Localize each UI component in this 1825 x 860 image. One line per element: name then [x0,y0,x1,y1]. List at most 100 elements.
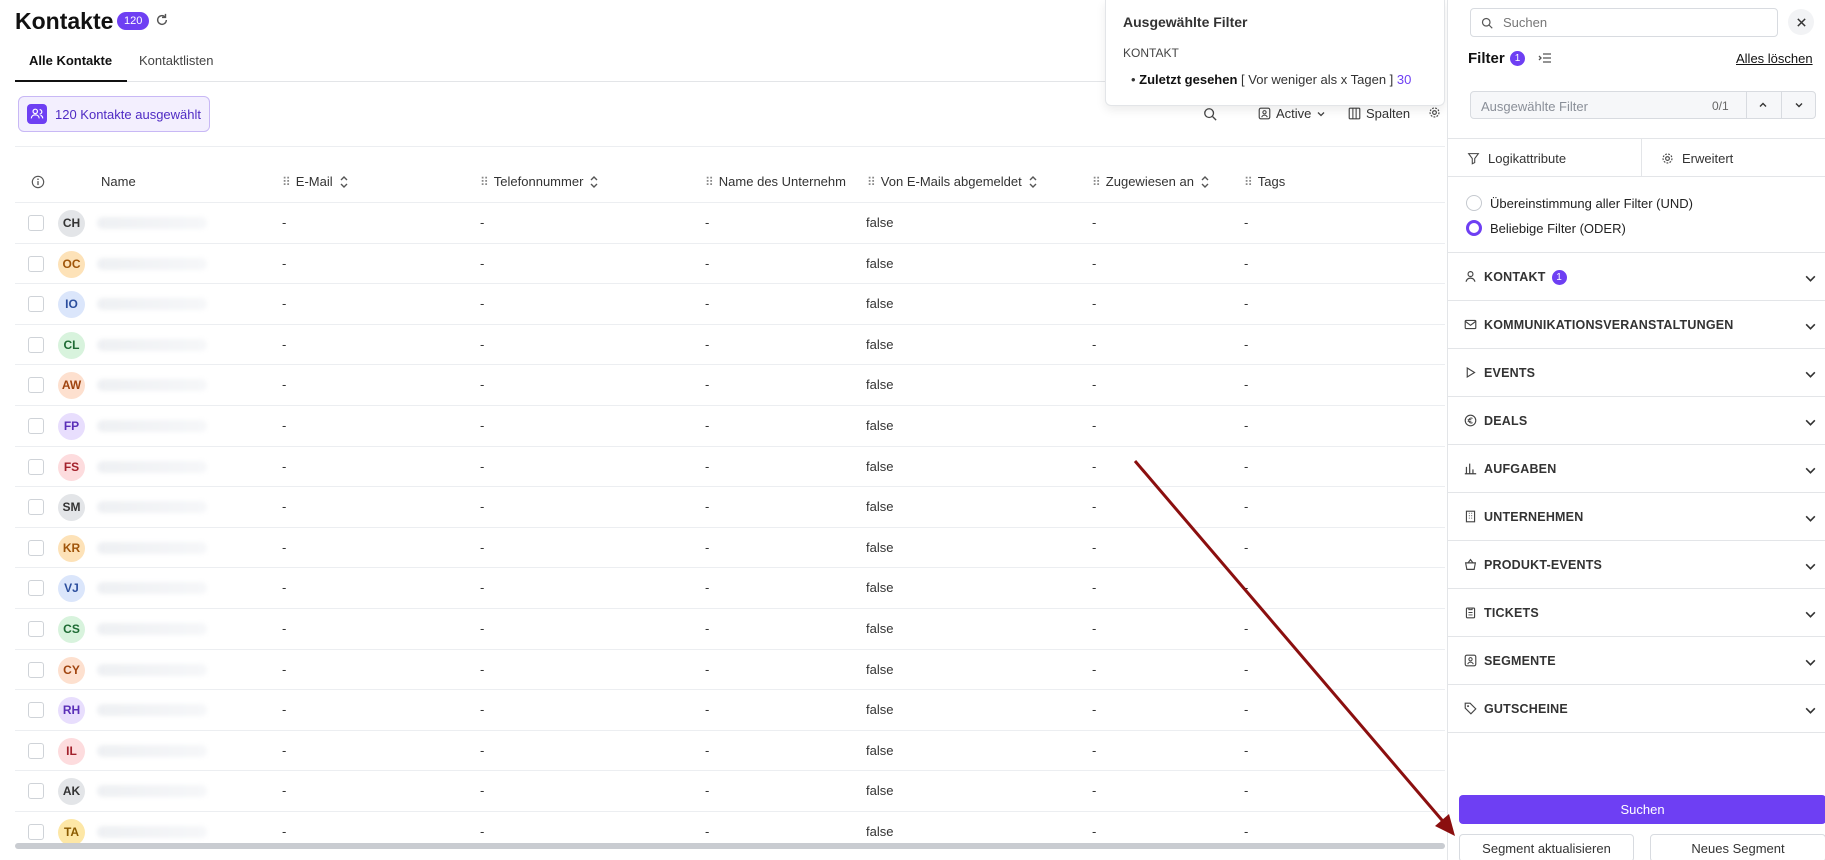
horizontal-scrollbar[interactable] [15,843,1445,849]
sort-icon[interactable] [339,175,349,189]
column-header-name[interactable]: Name [101,174,136,189]
search-button[interactable]: Suchen [1459,795,1825,824]
row-checkbox[interactable] [28,377,44,394]
table-row[interactable]: CY - - - false - - [15,648,1445,689]
filter-list-icon[interactable] [1538,52,1552,64]
table-row[interactable]: RH - - - false - - [15,689,1445,729]
filter-category-kommunikationsveranstaltungen[interactable]: KOMMUNIKATIONSVERANSTALTUNGEN [1448,300,1825,348]
chevron-down-icon[interactable] [1804,272,1817,285]
tab-advanced[interactable]: Erweitert [1661,151,1733,166]
radio-button[interactable] [1466,220,1482,236]
contact-name-redacted[interactable] [97,744,207,757]
row-checkbox[interactable] [28,296,44,313]
contact-name-redacted[interactable] [97,541,207,554]
filter-category-gutscheine[interactable]: GUTSCHEINE [1448,684,1825,732]
row-checkbox[interactable] [28,742,44,759]
contact-name-redacted[interactable] [97,460,207,473]
table-row[interactable]: FS - - - false - - [15,445,1445,486]
contact-name-redacted[interactable] [97,501,207,514]
row-checkbox[interactable] [28,255,44,272]
table-row[interactable]: CH - - - false - - [15,202,1445,242]
filter-category-tickets[interactable]: TICKETS [1448,588,1825,636]
drag-handle-icon[interactable]: ⠿ [1244,175,1253,189]
clear-all-link[interactable]: Alles löschen [1736,51,1813,66]
close-icon[interactable] [1788,9,1814,35]
filter-category-segmente[interactable]: SEGMENTE [1448,636,1825,684]
row-checkbox[interactable] [28,661,44,678]
chevron-down-icon[interactable] [1804,320,1817,333]
sort-icon[interactable] [589,175,599,189]
contact-name-redacted[interactable] [97,420,207,432]
chevron-down-icon[interactable] [1804,464,1817,477]
row-checkbox[interactable] [28,215,44,231]
row-checkbox[interactable] [28,336,44,353]
table-row[interactable]: CS - - - false - - [15,608,1445,648]
table-row[interactable]: KR - - - false - - [15,526,1445,567]
table-row[interactable]: IO - - - false - - [15,283,1445,323]
drag-handle-icon[interactable]: ⠿ [705,175,714,189]
row-checkbox[interactable] [28,783,44,800]
table-row[interactable]: IL - - - false - - [15,729,1445,770]
chevron-down-icon[interactable] [1804,560,1817,573]
contact-name-redacted[interactable] [97,785,207,798]
contact-name-redacted[interactable] [97,623,207,635]
column-header-phone[interactable]: ⠿ Telefonnummer [480,174,599,189]
contact-name-redacted[interactable] [97,704,207,717]
filter-category-deals[interactable]: DEALS [1448,396,1825,444]
filter-category-aufgaben[interactable]: AUFGABEN [1448,444,1825,492]
contact-name-redacted[interactable] [97,338,207,351]
drag-handle-icon[interactable]: ⠿ [867,175,876,189]
table-row[interactable]: SM - - - false - - [15,486,1445,526]
row-checkbox[interactable] [28,418,44,434]
gear-icon[interactable] [1428,106,1441,119]
chevron-down-icon[interactable] [1804,368,1817,381]
chevron-down-icon[interactable] [1804,608,1817,621]
table-row[interactable]: OC - - - false - - [15,242,1445,283]
tab-logic-attributes[interactable]: Logikattribute [1467,151,1566,166]
chevron-down-icon[interactable] [1804,656,1817,669]
update-segment-button[interactable]: Segment aktualisieren [1459,834,1634,860]
filter-category-kontakt[interactable]: KONTAKT 1 [1448,252,1825,300]
column-header-assigned[interactable]: ⠿ Zugewiesen an [1092,174,1210,189]
column-header-tags[interactable]: ⠿ Tags [1244,174,1285,189]
filter-category-events[interactable]: EVENTS [1448,348,1825,396]
drag-handle-icon[interactable]: ⠿ [282,175,291,189]
contact-name-redacted[interactable] [97,257,207,270]
contact-name-redacted[interactable] [97,217,207,229]
filter-category-unternehmen[interactable]: UNTERNEHMEN [1448,492,1825,540]
chevron-down-icon[interactable] [1804,416,1817,429]
logic-option-and[interactable]: Übereinstimmung aller Filter (UND) [1466,195,1693,211]
filter-category-produkt-events[interactable]: PRODUKT-EVENTS [1448,540,1825,588]
row-checkbox[interactable] [28,458,44,475]
filter-search-input[interactable]: Suchen [1470,8,1778,37]
table-row[interactable]: AW - - - false - - [15,364,1445,404]
drag-handle-icon[interactable]: ⠿ [1092,175,1101,189]
search-icon[interactable] [1203,107,1217,121]
row-checkbox[interactable] [28,539,44,556]
table-row[interactable]: FP - - - false - - [15,405,1445,445]
row-checkbox[interactable] [28,824,44,840]
selected-filters-select[interactable]: Ausgewählte Filter 0/1 [1470,91,1816,119]
columns-button[interactable]: Spalten [1348,106,1410,121]
new-segment-button[interactable]: Neues Segment [1650,834,1825,860]
table-row[interactable]: AK - - - false - - [15,770,1445,810]
contact-name-redacted[interactable] [97,663,207,676]
column-header-email[interactable]: ⠿ E-Mail [282,174,349,189]
drag-handle-icon[interactable]: ⠿ [480,175,489,189]
tab-contact-lists[interactable]: Kontaktlisten [139,53,213,68]
table-row[interactable]: VJ - - - false - - [15,567,1445,607]
active-view-dropdown[interactable]: Active [1258,106,1326,121]
contact-name-redacted[interactable] [97,298,207,311]
table-row[interactable]: CL - - - false - - [15,323,1445,364]
tab-all-contacts[interactable]: Alle Kontakte [29,53,112,68]
column-header-company[interactable]: ⠿ Name des Unternehm [705,174,846,189]
row-checkbox[interactable] [28,499,44,516]
refresh-icon[interactable] [155,13,169,27]
chevron-down-icon[interactable] [1794,100,1804,110]
chevron-down-icon[interactable] [1804,704,1817,717]
sort-icon[interactable] [1028,175,1038,189]
contact-name-redacted[interactable] [97,826,207,838]
row-checkbox[interactable] [28,702,44,719]
chevron-down-icon[interactable] [1804,512,1817,525]
contact-name-redacted[interactable] [97,582,207,595]
